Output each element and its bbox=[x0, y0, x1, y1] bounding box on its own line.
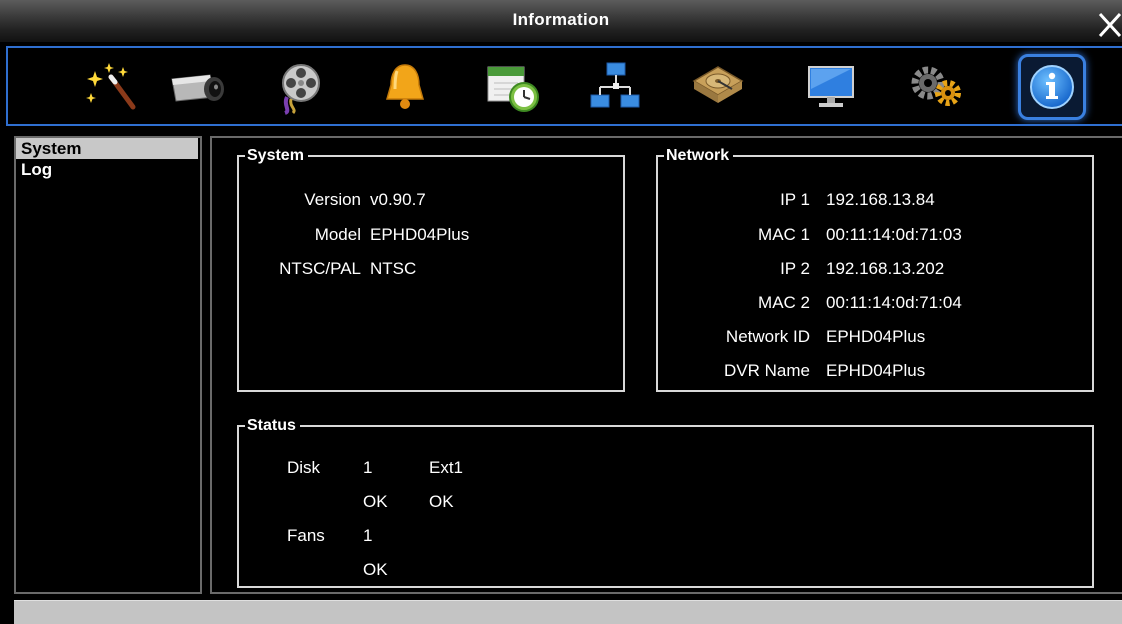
main-panel: System Version v0.90.7 Model EPHD04Plus … bbox=[210, 136, 1122, 594]
model-value: EPHD04Plus bbox=[370, 225, 470, 244]
window-title: Information bbox=[512, 10, 610, 29]
video-standard-value: NTSC bbox=[370, 259, 417, 278]
status-group: Status Disk 1 Ext1 OK OK Fans 1 OK bbox=[237, 418, 1094, 588]
dvr-name-label: DVR Name bbox=[724, 361, 810, 380]
network-id-value: EPHD04Plus bbox=[826, 327, 926, 346]
disk-ext1-state: OK bbox=[429, 492, 454, 511]
model-label: Model bbox=[314, 225, 361, 244]
disk-label: Disk bbox=[287, 458, 321, 477]
toolbar-information-button[interactable] bbox=[1018, 54, 1086, 120]
monitor-icon bbox=[808, 66, 854, 107]
fans-label: Fans bbox=[287, 526, 325, 545]
toolbar-schedule-button[interactable] bbox=[482, 56, 544, 118]
toolbar-record-button[interactable] bbox=[270, 56, 332, 118]
toolbar-storage-button[interactable] bbox=[686, 56, 748, 118]
toolbar-display-button[interactable] bbox=[800, 56, 862, 118]
ip1-value: 192.168.13.84 bbox=[826, 190, 935, 209]
calendar-clock-icon bbox=[487, 66, 539, 112]
toolbar-alarm-button[interactable] bbox=[374, 56, 436, 118]
sidebar: System Log bbox=[14, 136, 202, 594]
sidebar-item-log[interactable]: Log bbox=[16, 159, 200, 180]
gears-icon bbox=[911, 66, 961, 106]
mac2-label: MAC 2 bbox=[758, 293, 810, 312]
ip2-value: 192.168.13.202 bbox=[826, 259, 945, 278]
disk-column-1: 1 bbox=[363, 458, 373, 477]
network-group-title: Network bbox=[666, 147, 730, 164]
ip1-label: IP 1 bbox=[780, 190, 810, 209]
film-reel-icon bbox=[282, 64, 320, 115]
toolbar-wizard-button[interactable] bbox=[80, 56, 142, 118]
bell-icon bbox=[386, 64, 424, 109]
toolbar-settings-button[interactable] bbox=[906, 56, 968, 118]
toolbar-network-button[interactable] bbox=[584, 56, 646, 118]
network-id-label: Network ID bbox=[725, 327, 810, 346]
ip2-label: IP 2 bbox=[780, 259, 810, 278]
info-icon bbox=[1030, 65, 1074, 109]
version-label: Version bbox=[304, 190, 361, 209]
system-group-title: System bbox=[247, 147, 304, 164]
dvr-name-value: EPHD04Plus bbox=[826, 361, 926, 380]
toolbar-camera-button[interactable] bbox=[166, 56, 228, 118]
close-button[interactable] bbox=[1094, 8, 1122, 38]
main-toolbar bbox=[6, 46, 1122, 126]
close-icon bbox=[1098, 12, 1122, 38]
mac1-value: 00:11:14:0d:71:03 bbox=[826, 225, 962, 244]
video-standard-label: NTSC/PAL bbox=[279, 259, 361, 278]
system-group: System Version v0.90.7 Model EPHD04Plus … bbox=[237, 148, 625, 392]
hard-disk-icon bbox=[692, 66, 744, 103]
version-value: v0.90.7 bbox=[370, 190, 426, 209]
disk-column-ext1: Ext1 bbox=[429, 458, 464, 477]
network-group: Network IP 1 192.168.13.84 MAC 1 00:11:1… bbox=[656, 148, 1094, 392]
mac2-value: 00:11:14:0d:71:04 bbox=[826, 293, 962, 312]
status-group-title: Status bbox=[247, 417, 296, 434]
camera-icon bbox=[171, 74, 224, 102]
mac1-label: MAC 1 bbox=[758, 225, 810, 244]
disk-1-state: OK bbox=[363, 492, 388, 511]
network-icon bbox=[590, 62, 640, 108]
fan-1-state: OK bbox=[363, 560, 388, 579]
title-bar: Information bbox=[0, 0, 1122, 42]
magic-wand-icon bbox=[86, 63, 136, 110]
sidebar-item-system[interactable]: System bbox=[16, 138, 198, 159]
fan-column-1: 1 bbox=[363, 526, 373, 545]
bottom-status-bar bbox=[14, 600, 1122, 624]
